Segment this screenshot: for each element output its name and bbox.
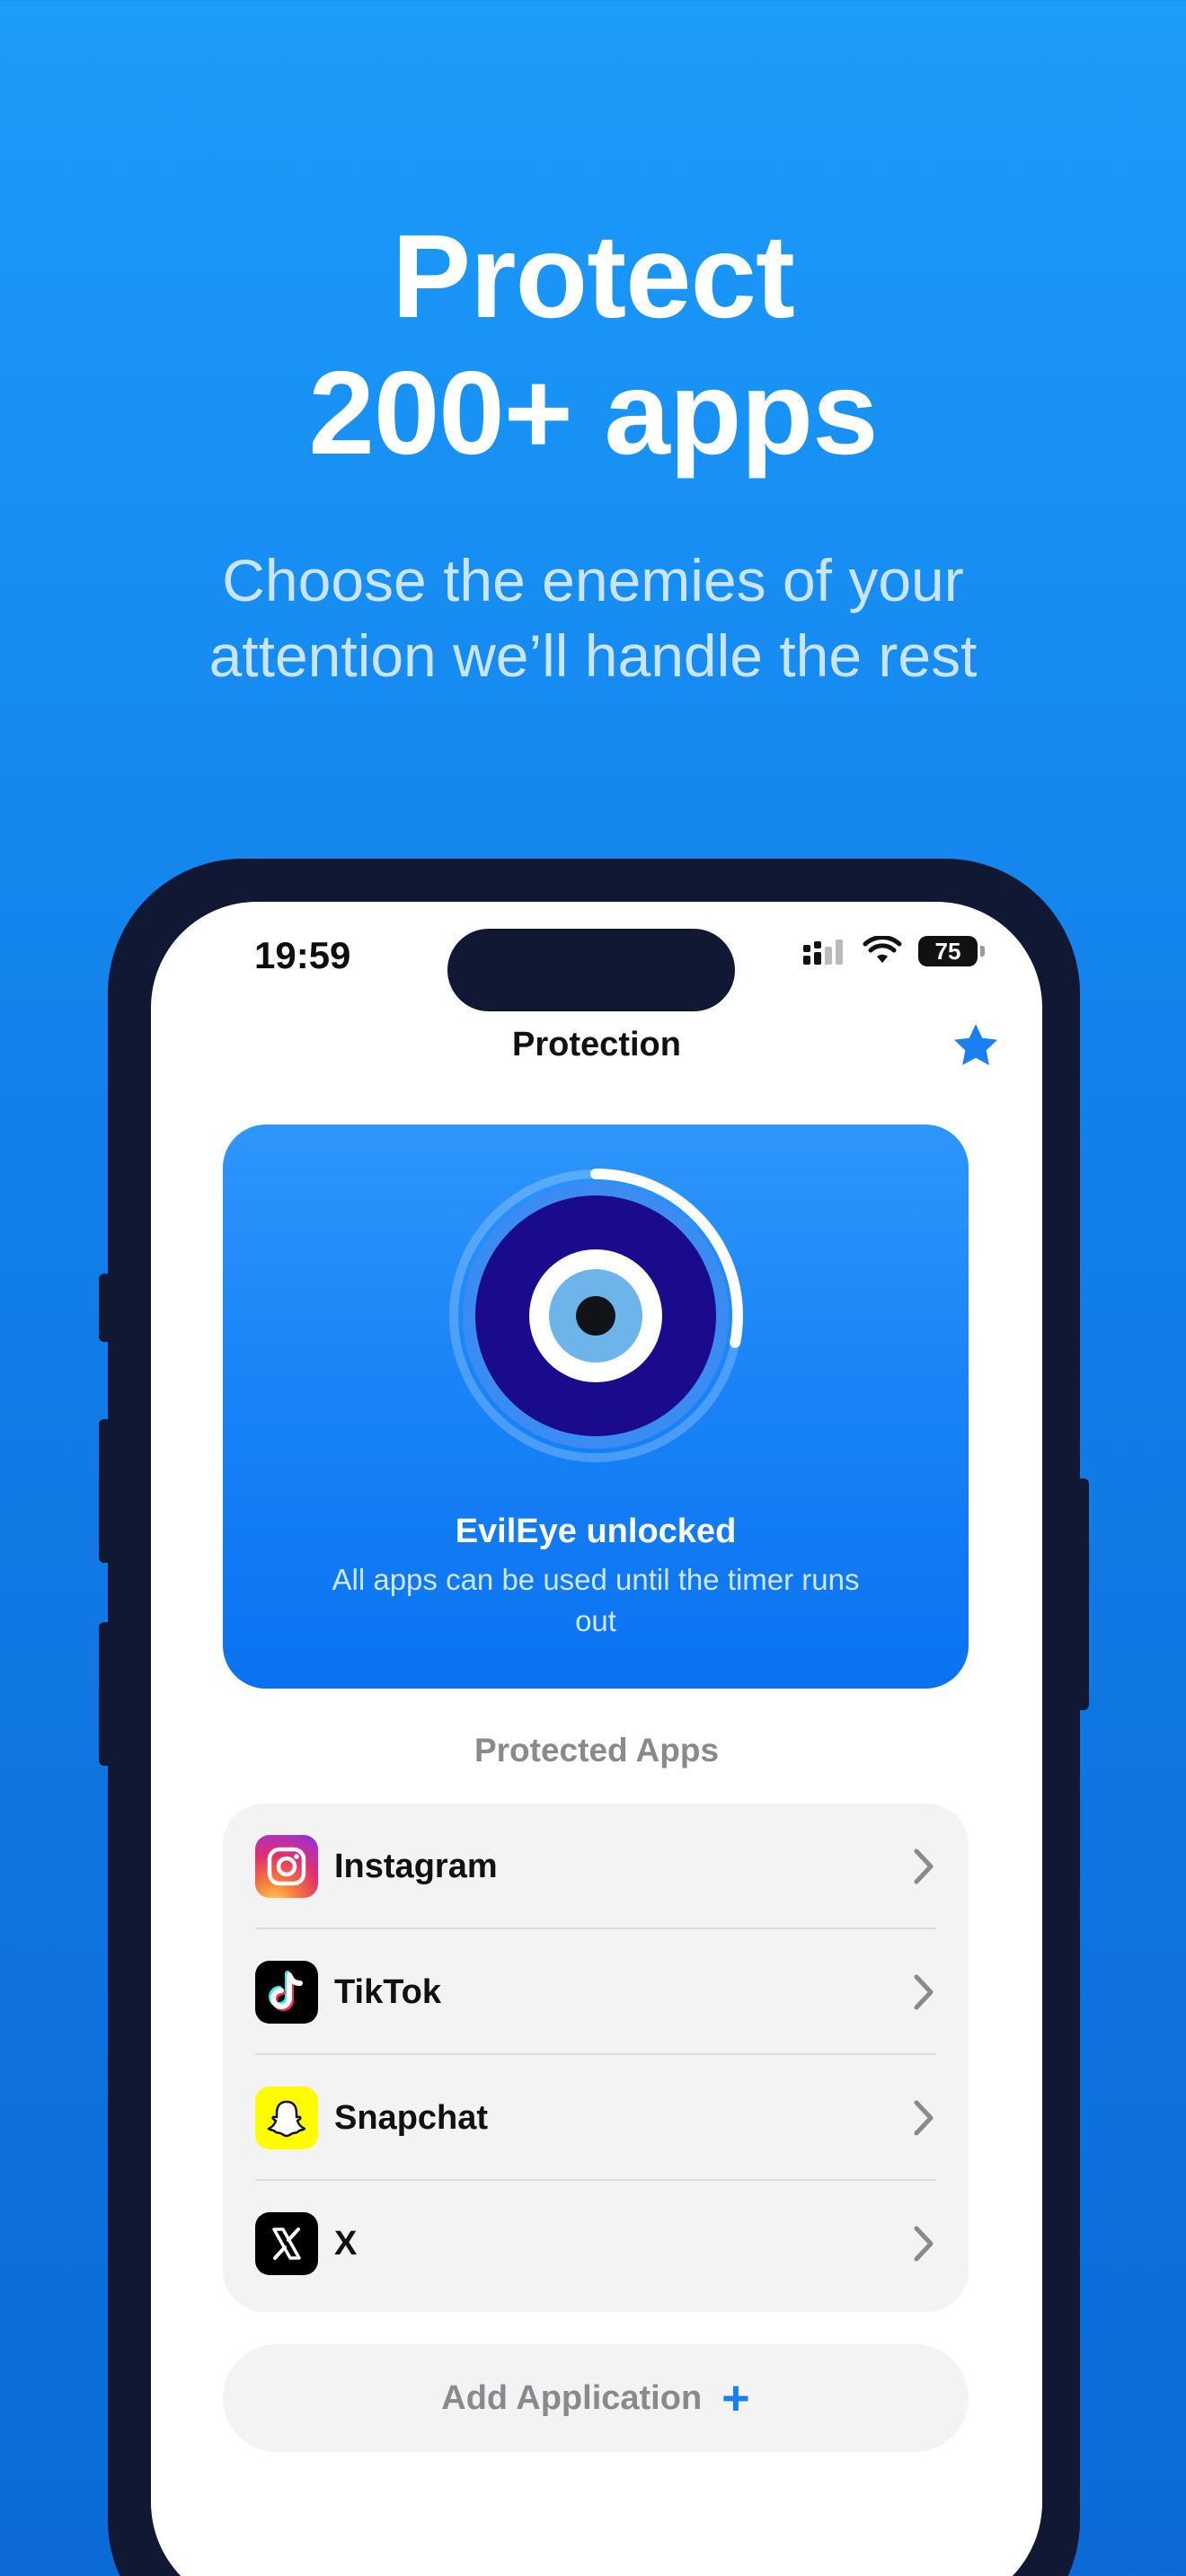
list-item-instagram[interactable]: Instagram xyxy=(223,1804,969,1929)
headline: Protect 200+ apps xyxy=(0,208,1186,481)
app-name: X xyxy=(334,2224,358,2263)
phone-screen: 19:59 75 Protection EvilEye unlocked All… xyxy=(151,902,1042,2576)
chevron-right-icon xyxy=(914,1848,934,1884)
headline-line-2: 200+ apps xyxy=(308,347,878,479)
headline-line-1: Protect xyxy=(392,210,795,342)
list-item-x[interactable]: X xyxy=(223,2181,969,2307)
phone-power-button xyxy=(1076,1478,1089,1710)
snapchat-icon xyxy=(255,2086,318,2149)
instagram-icon xyxy=(255,1835,318,1898)
x-icon xyxy=(255,2212,318,2275)
subline-line-2: attention we’ll handle the rest xyxy=(208,622,978,689)
add-application-button[interactable]: Add Application + xyxy=(223,2344,969,2452)
nav-title: Protection xyxy=(512,1026,681,1063)
phone-action-button xyxy=(99,1274,111,1342)
chevron-right-icon xyxy=(914,1974,934,2010)
hero-title: EvilEye unlocked xyxy=(455,1513,737,1550)
status-time: 19:59 xyxy=(254,934,351,976)
plus-icon: + xyxy=(721,2371,750,2425)
add-application-label: Add Application xyxy=(441,2378,703,2417)
battery-icon: 75 xyxy=(918,936,985,966)
list-item-tiktok[interactable]: TikTok xyxy=(223,1929,969,2055)
protected-apps-label: Protected Apps xyxy=(474,1732,720,1769)
status-icons: 75 xyxy=(801,936,985,966)
protection-status-card: EvilEye unlocked All apps can be used un… xyxy=(223,1125,969,1689)
phone-volume-up-button xyxy=(99,1419,111,1563)
tiktok-icon xyxy=(255,1961,318,2024)
star-icon[interactable] xyxy=(951,1020,1001,1071)
protected-apps-list: Instagram TikTok Snapchat X xyxy=(223,1804,969,2312)
subline-line-1: Choose the enemies of your xyxy=(222,547,964,613)
chevron-right-icon xyxy=(914,2226,934,2262)
chevron-right-icon xyxy=(914,2100,934,2136)
wifi-icon xyxy=(863,936,902,963)
list-item-snapchat[interactable]: Snapchat xyxy=(223,2055,969,2181)
phone-volume-down-button xyxy=(99,1622,111,1766)
subline: Choose the enemies of your attention we’… xyxy=(0,543,1186,693)
dynamic-island xyxy=(447,929,735,1011)
hero-subtitle: All apps can be used until the timer run… xyxy=(332,1563,860,1637)
app-name: Snapchat xyxy=(334,2098,489,2137)
evil-eye-icon xyxy=(448,1169,743,1463)
app-name: TikTok xyxy=(334,1972,441,2011)
cellular-signal-icon xyxy=(803,940,843,965)
app-name: Instagram xyxy=(334,1847,498,1885)
